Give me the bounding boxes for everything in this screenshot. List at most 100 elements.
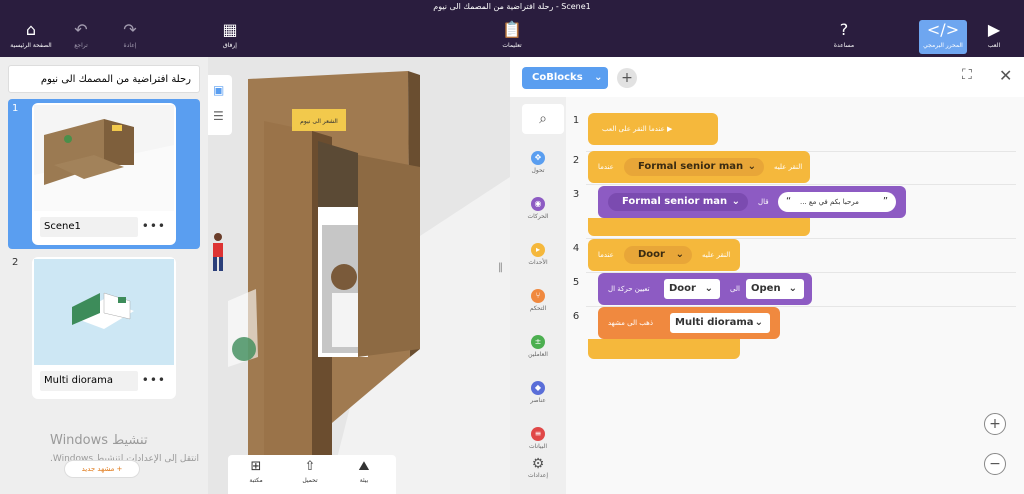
when-label: عندما [598,251,614,259]
zoom-out-button[interactable]: − [984,453,1006,475]
category-transform[interactable]: ✥ تحول [510,151,566,174]
viewport-sign-text: الشعر الى نيوم [300,118,338,125]
when-door-clicked-block[interactable]: عندما Door ⌄ النقر عليه [588,239,740,271]
more-icon[interactable]: ••• [142,219,166,233]
when-actor-clicked-block[interactable]: عندما Formal senior man ⌄ النقر عليه [588,151,810,183]
coblocks-tab[interactable]: CoBlocks ⌄ [522,67,608,89]
scene-viewport[interactable]: الشعر الى نيوم ▣ ☰ ⊞ مكتبة ⇧ تحميل ⛰ بيئ… [208,57,510,494]
go-to-scene-block[interactable]: ذهب الى مشهد Multi diorama ⌄ [598,307,780,339]
undo-button[interactable]: ↶ تراجع [59,20,103,54]
environment-tool-label: بيئة [359,477,369,484]
category-label: البيانات [528,443,548,450]
category-events[interactable]: ▸ الأحداث [510,243,566,266]
go-to-scene-label: ذهب الى مشهد [608,319,653,327]
animation-dropdown[interactable]: Open ⌄ [746,279,804,299]
clipboard-icon: 📋 [502,20,522,39]
home-button[interactable]: ⌂ الصفحة الرئيسية [9,20,53,54]
scene-inner: Multi diorama ••• [32,257,176,399]
scene-inner: Scene1 ••• [32,103,176,245]
environment-tool-button[interactable]: ⛰ بيئة [344,459,384,484]
library-tool-button[interactable]: ⊞ مكتبة [236,459,276,484]
more-icon[interactable]: ••• [142,373,166,387]
help-button[interactable]: ? مساعدة [822,20,866,54]
home-icon: ⌂ [25,20,37,39]
speech-text-field[interactable]: “ مرحبا بكم في مع ... ” [778,192,896,212]
undo-label: تراجع [74,42,88,49]
category-label: عناصر [530,397,546,404]
cubes-icon: ⊞ [250,459,262,474]
cube-icon: ◆ [531,381,545,395]
door-dropdown[interactable]: Door ⌄ [624,246,692,264]
viewport-render: الشعر الى نيوم [208,57,510,494]
say-block[interactable]: Formal senior man ⌄ قال “ مرحبا بكم في م… [598,186,906,218]
expand-icon[interactable]: ⛶ [962,67,972,83]
zoom-in-button[interactable]: + [984,413,1006,435]
scene-name[interactable]: Multi diorama [40,371,138,391]
category-animations[interactable]: ◉ الحركات [510,197,566,220]
list-icon[interactable]: ☰ [213,109,224,123]
redo-button[interactable]: ↷ إعادة [108,20,152,54]
redo-label: إعادة [123,42,137,49]
library-label: إرفاق [223,42,237,49]
instructions-button[interactable]: 📋 تعليمات [490,20,534,54]
blocks-workspace[interactable]: 1 2 3 4 5 6 ▶ عندما النقر على العب عندما… [566,97,1024,494]
undo-icon: ↶ [74,20,88,39]
chevron-down-icon: ⌄ [675,249,684,260]
line-number: 5 [572,277,580,288]
set-animation-block[interactable]: تعيين حركة ال Door ⌄ الى Open ⌄ [598,273,812,305]
scene-card-2[interactable]: 2 Multi diorama ••• [8,253,200,403]
line-number: 6 [572,311,580,322]
clicked-label: النقر عليه [702,251,731,259]
category-control[interactable]: ⑂ التحكم [510,289,566,312]
redo-icon: ↷ [123,20,137,39]
upload-tool-button[interactable]: ⇧ تحميل [290,459,330,484]
when-label: عندما [598,163,614,171]
library-tool-label: مكتبة [249,477,263,484]
line-number: 2 [572,155,580,166]
scene-name[interactable]: Scene1 [40,217,138,237]
animation-target-dropdown[interactable]: Door ⌄ [664,279,720,299]
code-icon: </> [926,20,960,39]
quote-close: ” [882,196,888,207]
category-operators[interactable]: ± العاملين [510,335,566,358]
landscape-icon: ⛰ [358,459,370,474]
chevron-down-icon: ⌄ [594,72,603,83]
scene-target-dropdown[interactable]: Multi diorama ⌄ [670,313,770,333]
when-play-block[interactable]: ▶ عندما النقر على العب [588,113,718,145]
chevron-down-icon: ⌄ [704,283,713,294]
library-button[interactable]: ▦ إرفاق [208,20,252,54]
category-label: تحول [531,167,545,174]
block-categories: ✥ تحول ◉ الحركات ▸ الأحداث ⑂ التحكم ± ال… [510,97,566,494]
project-title[interactable]: رحلة افتراضية من المصمك الى نيوم [8,65,200,93]
category-label: الحركات [527,213,549,220]
scene-target-label: Multi diorama [675,317,754,328]
help-icon: ? [839,20,849,39]
add-tab-button[interactable]: + [617,68,637,88]
category-items[interactable]: ◆ عناصر [510,381,566,404]
settings-button[interactable]: ⚙ إعدادات [510,456,566,479]
search-icon[interactable]: ⌕ [522,104,564,134]
door-dropdown-label: Door [638,249,665,260]
top-bar: رحلة افتراضية من المصمك الى نيوم - Scene… [0,0,1024,57]
play-button[interactable]: ▶ العب [972,20,1016,54]
eye-icon: ◉ [531,197,545,211]
category-data[interactable]: ≡ البيانات [510,427,566,450]
splitter-handle[interactable]: ‖ [498,262,503,273]
category-label: التحكم [529,305,547,312]
add-scene-button[interactable]: مشهد جديد + [64,460,140,478]
scenes-panel: رحلة افتراضية من المصمك الى نيوم 1 Scene… [0,57,208,494]
animation-label: Open [751,283,781,294]
actor-dropdown[interactable]: Formal senior man ⌄ [624,158,764,176]
chevron-down-icon: ⌄ [747,161,756,172]
coblocks-tab-label: CoBlocks [532,72,583,83]
code-editor-button[interactable]: </> المحرر البرمجي [919,20,967,54]
when-play-label: ▶ عندما النقر على العب [602,125,673,133]
scene-card-1[interactable]: 1 Scene1 ••• [8,99,200,249]
clicked-label: النقر عليه [774,163,803,171]
document-title: رحلة افتراضية من المصمك الى نيوم - Scene… [433,2,591,11]
close-icon[interactable]: ✕ [999,66,1012,85]
image-icon[interactable]: ▣ [213,83,224,97]
say-actor-dropdown[interactable]: Formal senior man ⌄ [608,193,748,211]
settings-label: إعدادات [527,472,549,479]
play-icon: ▶ [987,20,1001,39]
